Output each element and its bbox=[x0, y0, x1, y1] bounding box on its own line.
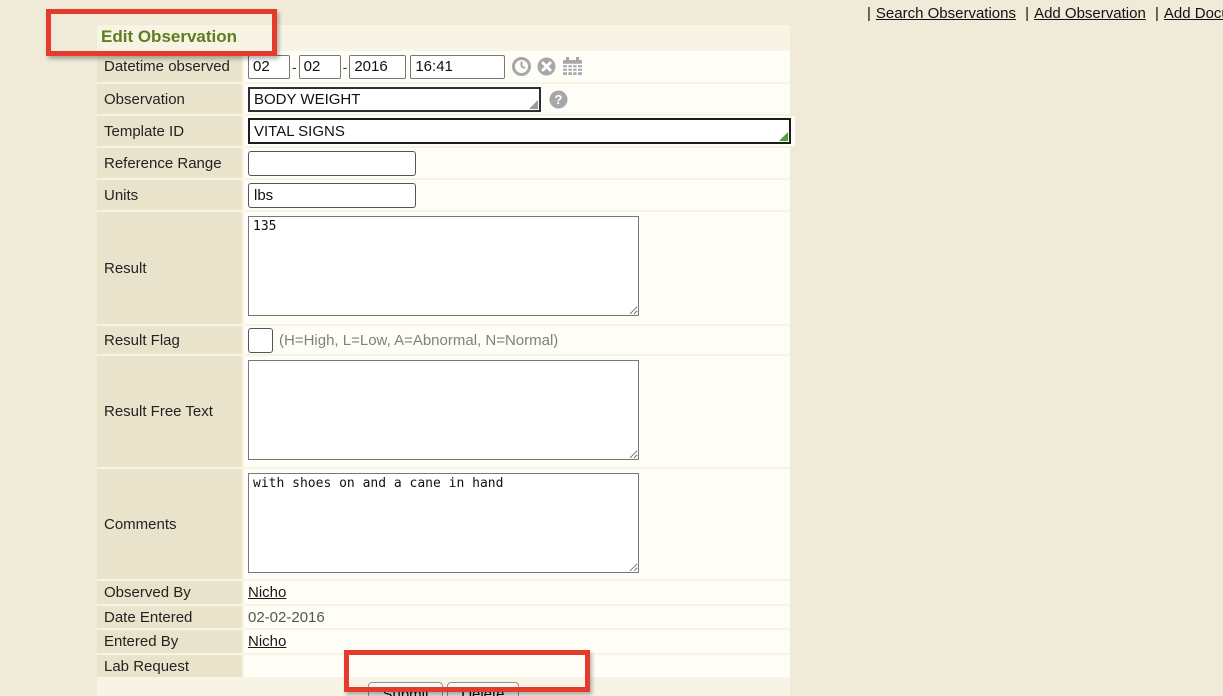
result-flag-hint: (H=High, L=Low, A=Abnormal, N=Normal) bbox=[279, 332, 558, 349]
nav-separator: | bbox=[867, 5, 871, 22]
observation-label: Observation bbox=[97, 84, 242, 114]
row-reference-range: Reference Range bbox=[97, 148, 790, 178]
top-navigation: | Search Observations | Add Observation | A… bbox=[862, 5, 1223, 22]
comments-textarea[interactable]: with shoes on and a cane in hand bbox=[248, 473, 639, 573]
result-flag-label: Result Flag bbox=[97, 326, 242, 354]
row-result: Result 135 bbox=[97, 212, 790, 324]
template-id-input[interactable] bbox=[248, 118, 791, 144]
result-flag-input[interactable] bbox=[248, 328, 273, 353]
entered-by-label: Entered By bbox=[97, 630, 242, 653]
cancel-icon[interactable] bbox=[537, 57, 556, 76]
date-entered-value: 02-02-2016 bbox=[248, 609, 325, 626]
row-observed-by: Observed By Nicho bbox=[97, 581, 790, 604]
datetime-observed-label: Datetime observed bbox=[97, 51, 242, 82]
row-result-free-text: Result Free Text bbox=[97, 356, 790, 467]
units-input[interactable] bbox=[248, 183, 416, 208]
row-result-flag: Result Flag (H=High, L=Low, A=Abnormal, … bbox=[97, 326, 790, 354]
nav-separator: | bbox=[1025, 5, 1029, 22]
row-units: Units bbox=[97, 180, 790, 210]
datetime-time-input[interactable] bbox=[410, 55, 505, 79]
resize-handle[interactable] bbox=[529, 100, 538, 109]
row-entered-by: Entered By Nicho bbox=[97, 630, 790, 653]
clock-icon[interactable] bbox=[512, 57, 531, 76]
form-actions: Submit Delete bbox=[97, 679, 790, 696]
datetime-year-input[interactable] bbox=[349, 55, 406, 79]
date-separator: - bbox=[343, 59, 348, 75]
datetime-month-input[interactable] bbox=[248, 55, 290, 79]
row-observation: Observation ? bbox=[97, 84, 790, 114]
units-label: Units bbox=[97, 180, 242, 210]
resize-handle[interactable] bbox=[779, 132, 788, 141]
date-entered-label: Date Entered bbox=[97, 606, 242, 628]
row-date-entered: Date Entered 02-02-2016 bbox=[97, 606, 790, 628]
datetime-day-input[interactable] bbox=[299, 55, 341, 79]
nav-separator: | bbox=[1155, 5, 1159, 22]
row-datetime-observed: Datetime observed - - bbox=[97, 51, 790, 82]
svg-text:?: ? bbox=[555, 92, 563, 107]
entered-by-link[interactable]: Nicho bbox=[248, 633, 286, 650]
reference-range-input[interactable] bbox=[248, 151, 416, 176]
row-template-id: Template ID bbox=[97, 116, 790, 146]
result-free-text-label: Result Free Text bbox=[97, 356, 242, 467]
page-title: Edit Observation bbox=[97, 25, 790, 49]
result-label: Result bbox=[97, 212, 242, 324]
edit-observation-form: Edit Observation Datetime observed - - bbox=[97, 25, 790, 696]
submit-button[interactable]: Submit bbox=[368, 682, 443, 696]
help-icon[interactable]: ? bbox=[549, 90, 568, 109]
reference-range-label: Reference Range bbox=[97, 148, 242, 178]
template-id-label: Template ID bbox=[97, 116, 242, 146]
result-free-text-textarea[interactable] bbox=[248, 360, 639, 460]
observation-input[interactable] bbox=[248, 87, 541, 112]
observed-by-link[interactable]: Nicho bbox=[248, 584, 286, 601]
date-separator: - bbox=[292, 59, 297, 75]
row-lab-request: Lab Request bbox=[97, 655, 790, 677]
nav-link-add-document[interactable]: Add Document bbox=[1164, 5, 1223, 22]
result-textarea[interactable]: 135 bbox=[248, 216, 639, 316]
row-comments: Comments with shoes on and a cane in han… bbox=[97, 469, 790, 579]
lab-request-label: Lab Request bbox=[97, 655, 242, 677]
delete-button[interactable]: Delete bbox=[447, 682, 518, 696]
nav-link-add-observation[interactable]: Add Observation bbox=[1034, 5, 1146, 22]
nav-link-search-observations[interactable]: Search Observations bbox=[876, 5, 1016, 22]
observed-by-label: Observed By bbox=[97, 581, 242, 604]
calendar-icon[interactable] bbox=[562, 57, 583, 76]
comments-label: Comments bbox=[97, 469, 242, 579]
